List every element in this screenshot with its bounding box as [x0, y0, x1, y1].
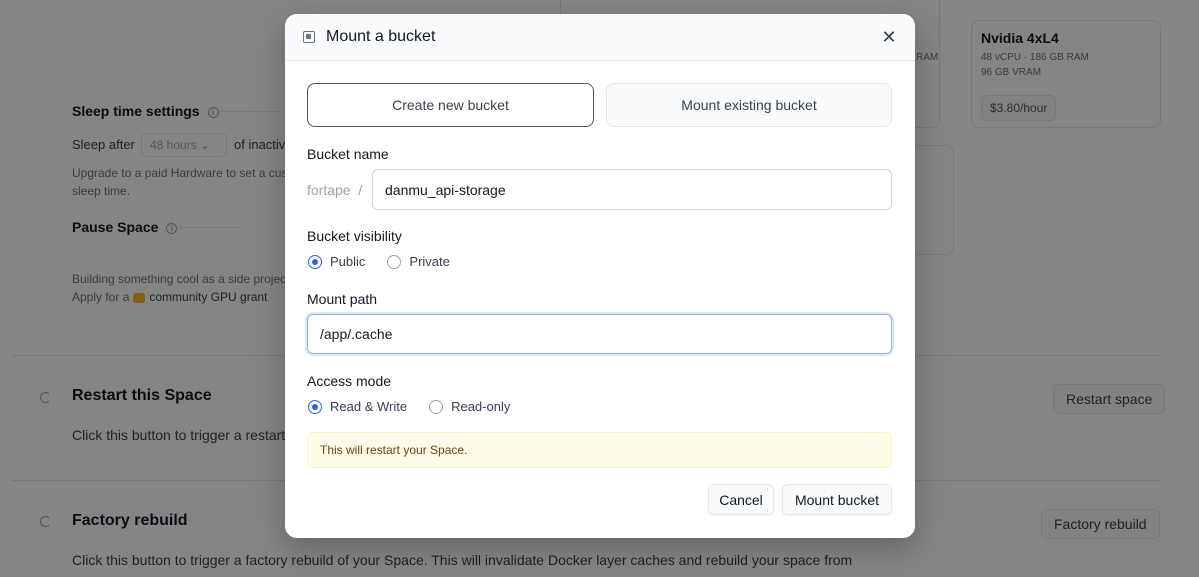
mount-bucket-button[interactable]: Mount bucket [782, 484, 892, 515]
visibility-private-label[interactable]: Private [409, 254, 449, 269]
bucket-name-input[interactable] [372, 169, 892, 210]
visibility-public-label[interactable]: Public [330, 254, 365, 269]
mount-bucket-dialog: Mount a bucket ✕ Create new bucket Mount… [285, 14, 915, 538]
mount-path-input[interactable] [307, 314, 892, 354]
mount-path-label: Mount path [307, 291, 378, 307]
restart-notice: This will restart your Space. [307, 432, 892, 468]
access-read-only-label[interactable]: Read-only [451, 399, 510, 414]
visibility-radio-group: Public Private [308, 254, 450, 269]
visibility-private-radio[interactable] [387, 254, 402, 269]
access-read-write-label[interactable]: Read & Write [330, 399, 407, 414]
cancel-button[interactable]: Cancel [708, 484, 774, 515]
tab-create-new-bucket[interactable]: Create new bucket [307, 83, 594, 127]
access-mode-radio-group: Read & Write Read-only [308, 399, 510, 414]
bucket-icon [303, 31, 315, 43]
tab-mount-existing-bucket[interactable]: Mount existing bucket [606, 83, 892, 127]
close-icon[interactable]: ✕ [881, 28, 897, 46]
visibility-public-radio[interactable] [308, 254, 322, 269]
dialog-header: Mount a bucket ✕ [285, 14, 915, 61]
path-separator: / [358, 182, 363, 198]
access-mode-label: Access mode [307, 373, 392, 389]
access-read-write-radio[interactable] [308, 399, 322, 414]
access-read-only-radio[interactable] [429, 399, 444, 414]
bucket-name-label: Bucket name [307, 146, 389, 162]
dialog-title: Mount a bucket [326, 28, 436, 45]
bucket-owner-prefix: fortape / [307, 182, 363, 198]
bucket-visibility-label: Bucket visibility [307, 228, 402, 244]
